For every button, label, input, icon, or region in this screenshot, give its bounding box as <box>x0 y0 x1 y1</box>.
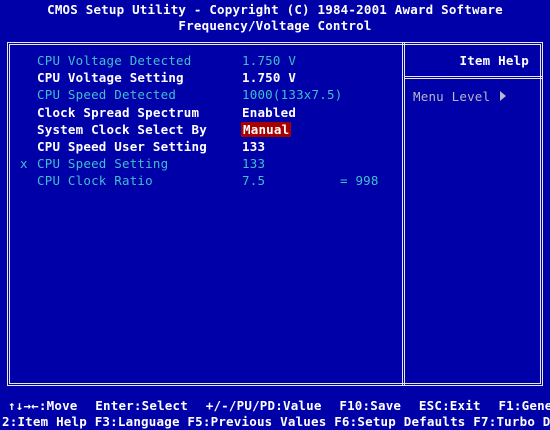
setting-system-clock-select-by[interactable]: System Clock Select By Manual <box>20 122 400 139</box>
setting-cpu-voltage-detected: CPU Voltage Detected 1.750 V <box>20 53 400 70</box>
setting-clock-spread-spectrum[interactable]: Clock Spread Spectrum Enabled <box>20 105 400 122</box>
footer-key-select: Enter:Select <box>95 398 188 413</box>
panel-divider <box>402 42 405 386</box>
setting-label: CPU Clock Ratio <box>37 173 153 188</box>
footer-key-general: F1:General <box>498 398 550 413</box>
setting-label: CPU Voltage Detected <box>37 53 192 68</box>
disabled-mark: x <box>20 156 28 171</box>
setting-label: CPU Speed User Setting <box>37 139 207 154</box>
setting-value: 133 <box>242 156 266 171</box>
setting-label: System Clock Select By <box>37 122 207 137</box>
setting-value[interactable]: Enabled <box>242 105 296 120</box>
right-triangle-icon <box>500 91 507 101</box>
setting-value: 7.5 <box>242 173 266 188</box>
setting-label: CPU Speed Detected <box>37 87 177 102</box>
setting-value: 1000(133x7.5) <box>242 87 343 102</box>
setting-value[interactable]: 133 <box>242 139 265 154</box>
footer-key-save: F10:Save <box>339 398 402 413</box>
footer-keys-line1: ↑↓→←:Move Enter:Select +/-/PU/PD:Value F… <box>8 398 550 413</box>
menu-level-label: Menu Level <box>413 89 491 104</box>
selected-setting-value[interactable]: Manual <box>241 122 292 137</box>
setting-cpu-clock-ratio: CPU Clock Ratio 7.5 = 998 <box>20 173 400 190</box>
footer-keys-line2: 2:Item Help F3:Language F5:Previous Valu… <box>2 414 550 429</box>
page-title: Frequency/Voltage Control <box>178 18 372 33</box>
footer-key-exit: ESC:Exit <box>418 398 481 413</box>
title-bar: CMOS Setup Utility - Copyright (C) 1984-… <box>0 0 550 38</box>
item-help-title: Item Help <box>459 53 529 68</box>
app-title: CMOS Setup Utility - Copyright (C) 1984-… <box>47 2 503 17</box>
setting-cpu-speed-detected: CPU Speed Detected 1000(133x7.5) <box>20 87 400 104</box>
setting-value: 1.750 V <box>242 53 297 68</box>
setting-label: CPU Speed Setting <box>37 156 169 171</box>
setting-label: CPU Voltage Setting <box>37 70 184 85</box>
setting-cpu-speed-user-setting[interactable]: CPU Speed User Setting 133 <box>20 139 400 156</box>
setting-value[interactable]: 1.750 V <box>242 70 296 85</box>
menu-level: Menu Level <box>413 89 507 104</box>
setting-cpu-voltage-setting[interactable]: CPU Voltage Setting 1.750 V <box>20 70 400 87</box>
setting-computed-value: = 998 <box>340 173 379 188</box>
help-divider <box>405 76 543 79</box>
footer-key-move: ↑↓→←:Move <box>8 398 78 413</box>
setting-label: Clock Spread Spectrum <box>37 105 200 120</box>
setting-cpu-speed-setting: x CPU Speed Setting 133 <box>20 156 400 173</box>
footer-key-value: +/-/PU/PD:Value <box>205 398 322 413</box>
